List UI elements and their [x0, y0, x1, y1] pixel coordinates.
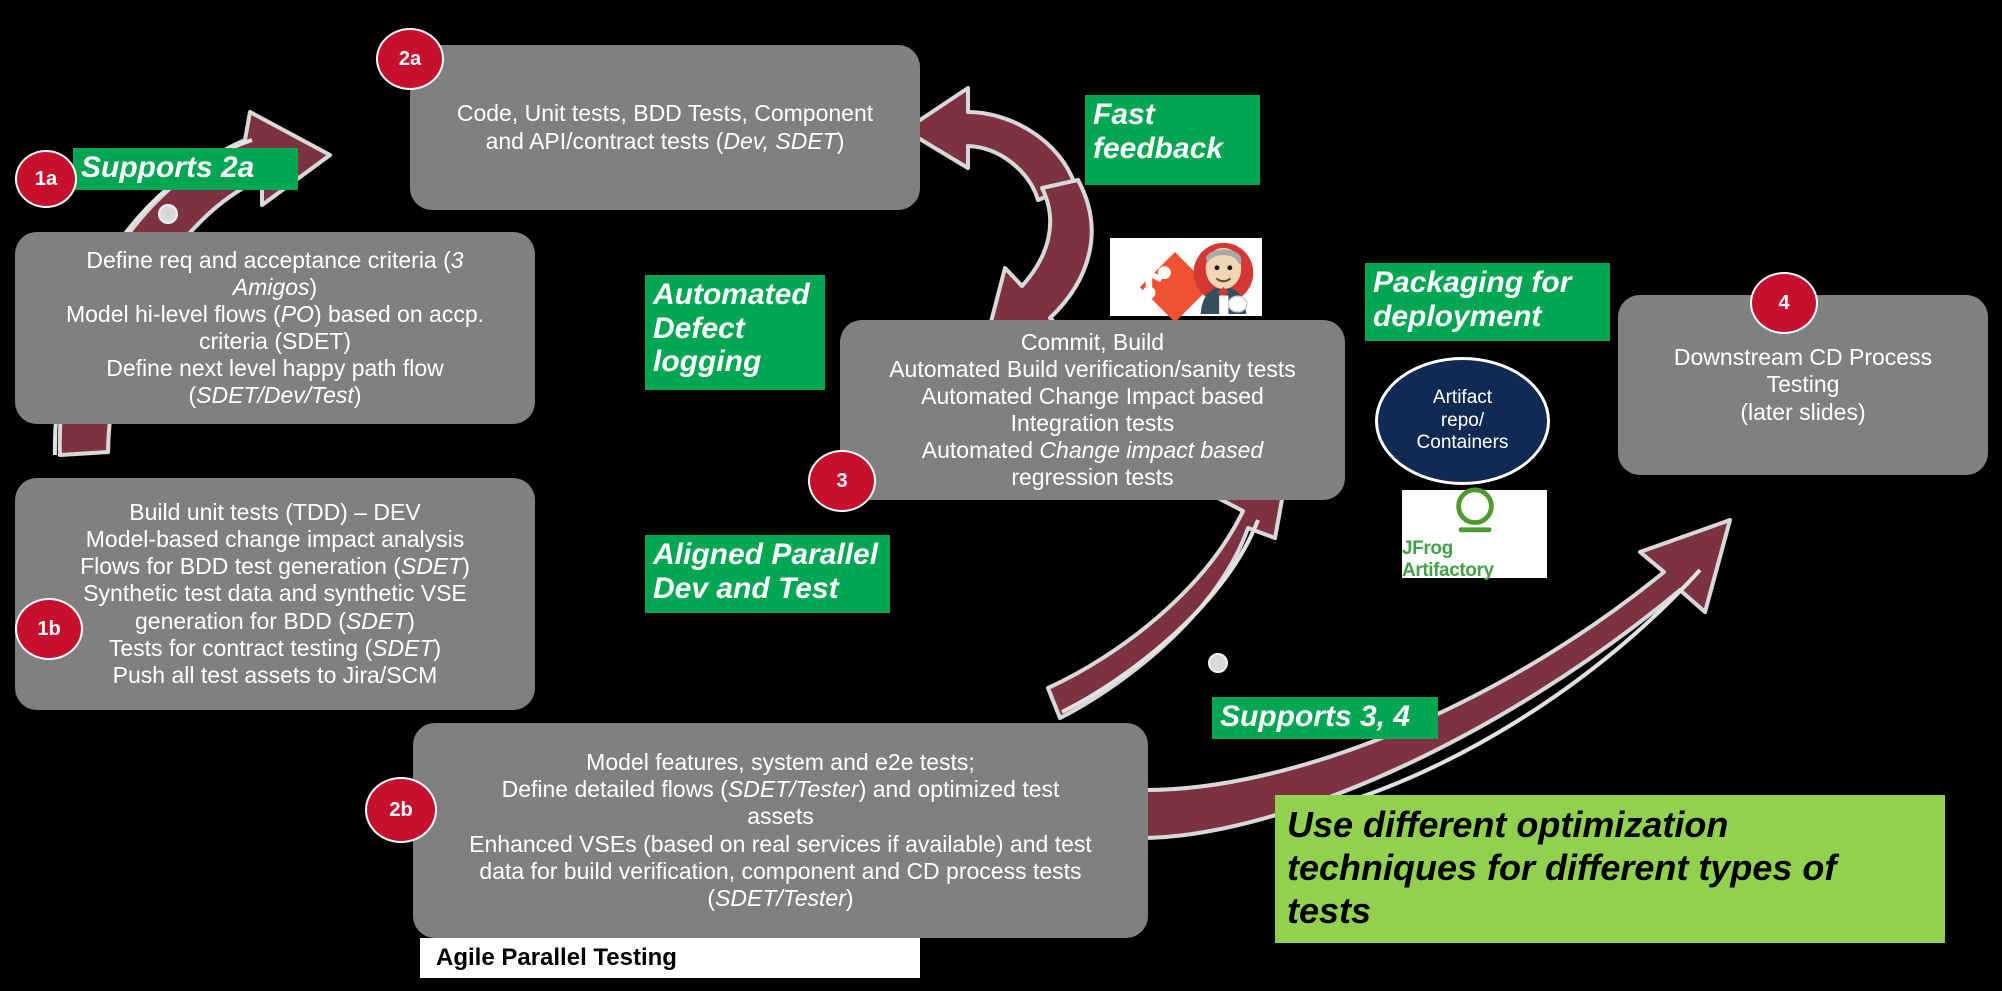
model-line-2: Define detailed flows (SDET/Tester) and … [501, 776, 1060, 803]
badge-1b[interactable]: 1b [15, 598, 83, 660]
badge-4[interactable]: 4 [1750, 272, 1818, 334]
model-features-box[interactable]: Model features, system and e2e tests; De… [413, 723, 1148, 938]
commit-line-3: Automated Change Impact based [921, 382, 1264, 409]
callout-aligned-parallel: Aligned Parallel Dev and Test [645, 535, 890, 613]
aligned-line-2: Dev and Test [653, 571, 839, 605]
req-line-5: Define next level happy path flow [106, 355, 444, 382]
development-line-1: Code, Unit tests, BDD Tests, Component [456, 100, 874, 127]
req-line-4: criteria (SDET) [198, 328, 352, 354]
callout-fast-feedback: Fast feedback [1085, 95, 1260, 185]
req-line-1: Define req and acceptance criteria (3 [86, 246, 464, 273]
commit-line-6: regression tests [1011, 464, 1174, 491]
guide-curve-opt [1289, 568, 1702, 820]
diagram-canvas: Development Code, Unit tests, BDD Tests,… [0, 0, 2002, 991]
badge-2b[interactable]: 2b [365, 777, 437, 843]
jfrog-label: JFrog Artifactory [1402, 538, 1494, 581]
badge-3[interactable]: 3 [808, 450, 876, 512]
development-line-2: and API/contract tests (Dev, SDET) [485, 127, 845, 154]
jenkins-icon [1193, 242, 1254, 314]
unit-line-7: Push all test assets to Jira/SCM [112, 661, 438, 688]
fast-feedback-line-2: feedback [1093, 131, 1224, 165]
development-box[interactable]: Code, Unit tests, BDD Tests, Component a… [410, 45, 920, 210]
defect-line-1: Automated [653, 278, 810, 311]
commit-line-5: Automated Change impact based [921, 437, 1264, 464]
commit-build-box[interactable]: Commit, Build Automated Build verificati… [840, 320, 1345, 500]
agile-parallel-testing-label: Agile Parallel Testing [420, 938, 920, 978]
commit-line-1: Commit, Build [1020, 328, 1165, 355]
requirements-box[interactable]: Define req and acceptance criteria (3 Am… [15, 232, 535, 424]
defect-line-2: Defect [653, 311, 745, 345]
artifact-line-3: Containers [1416, 432, 1509, 454]
badge-1a[interactable]: 1a [15, 150, 77, 208]
packaging-line-1: Packaging for [1373, 266, 1572, 299]
arrow-fast-feedback [903, 86, 1077, 202]
ci-logos-plate [1110, 238, 1262, 323]
optimization-line-3: tests [1287, 890, 1372, 932]
unit-line-5: generation for BDD (SDET) [135, 607, 415, 634]
callout-automated-defect-logging: Automated Defect logging [645, 275, 825, 390]
model-line-5: data for build verification, component a… [479, 857, 1082, 884]
req-line-2: Amigos) [232, 273, 318, 300]
callout-supports-2a: Supports 2a [73, 148, 298, 190]
fast-feedback-line-1: Fast [1093, 98, 1155, 131]
callout-optimization: Use different optimization techniques fo… [1275, 795, 1945, 943]
optimization-line-1: Use different optimization [1287, 804, 1729, 845]
model-line-1: Model features, system and e2e tests; [586, 749, 975, 776]
jfrog-plate: JFrog Artifactory [1402, 487, 1547, 581]
unit-line-6: Tests for contract testing (SDET) [108, 634, 442, 661]
model-line-6: (SDET/Tester) [707, 884, 854, 911]
unit-line-1: Build unit tests (TDD) – DEV [129, 499, 421, 526]
aligned-line-1: Aligned Parallel [653, 538, 879, 571]
artifact-line-1: Artifact [1432, 386, 1493, 408]
model-line-3: assets [747, 803, 814, 830]
downstream-line-2: Testing [1766, 371, 1840, 398]
artifact-repo-ellipse[interactable]: Artifact repo/ Containers [1375, 357, 1550, 485]
commit-line-2: Automated Build verification/sanity test… [889, 355, 1296, 382]
unit-line-2: Model-based change impact analysis [85, 526, 465, 553]
badge-2a[interactable]: 2a [376, 28, 444, 90]
model-line-4: Enhanced VSEs (based on real services if… [469, 830, 1092, 857]
unit-line-3: Flows for BDD test generation (SDET) [80, 553, 470, 580]
artifact-line-2: repo/ [1440, 409, 1485, 431]
jfrog-icon [1455, 487, 1494, 533]
optimization-line-2: techniques for different types of [1287, 847, 1837, 889]
defect-line-3: logging [653, 345, 762, 379]
unit-line-4: Synthetic test data and synthetic VSE [83, 580, 467, 607]
guide-curve-34 [1061, 519, 1260, 714]
unit-tests-box[interactable]: Build unit tests (TDD) – DEV Model-based… [15, 478, 535, 710]
callout-supports-3-4: Supports 3, 4 [1212, 697, 1438, 739]
git-icon [1139, 252, 1211, 323]
callout-packaging: Packaging for deployment [1365, 263, 1610, 341]
packaging-line-2: deployment [1373, 299, 1542, 333]
req-line-3: Model hi-level flows (PO) based on accp. [65, 300, 485, 327]
downstream-line-1: Downstream CD Process [1673, 344, 1933, 371]
commit-line-4: Integration tests [1010, 410, 1175, 436]
downstream-line-3: (later slides) [1740, 398, 1866, 425]
req-line-6: (SDET/Dev/Test) [188, 382, 362, 409]
